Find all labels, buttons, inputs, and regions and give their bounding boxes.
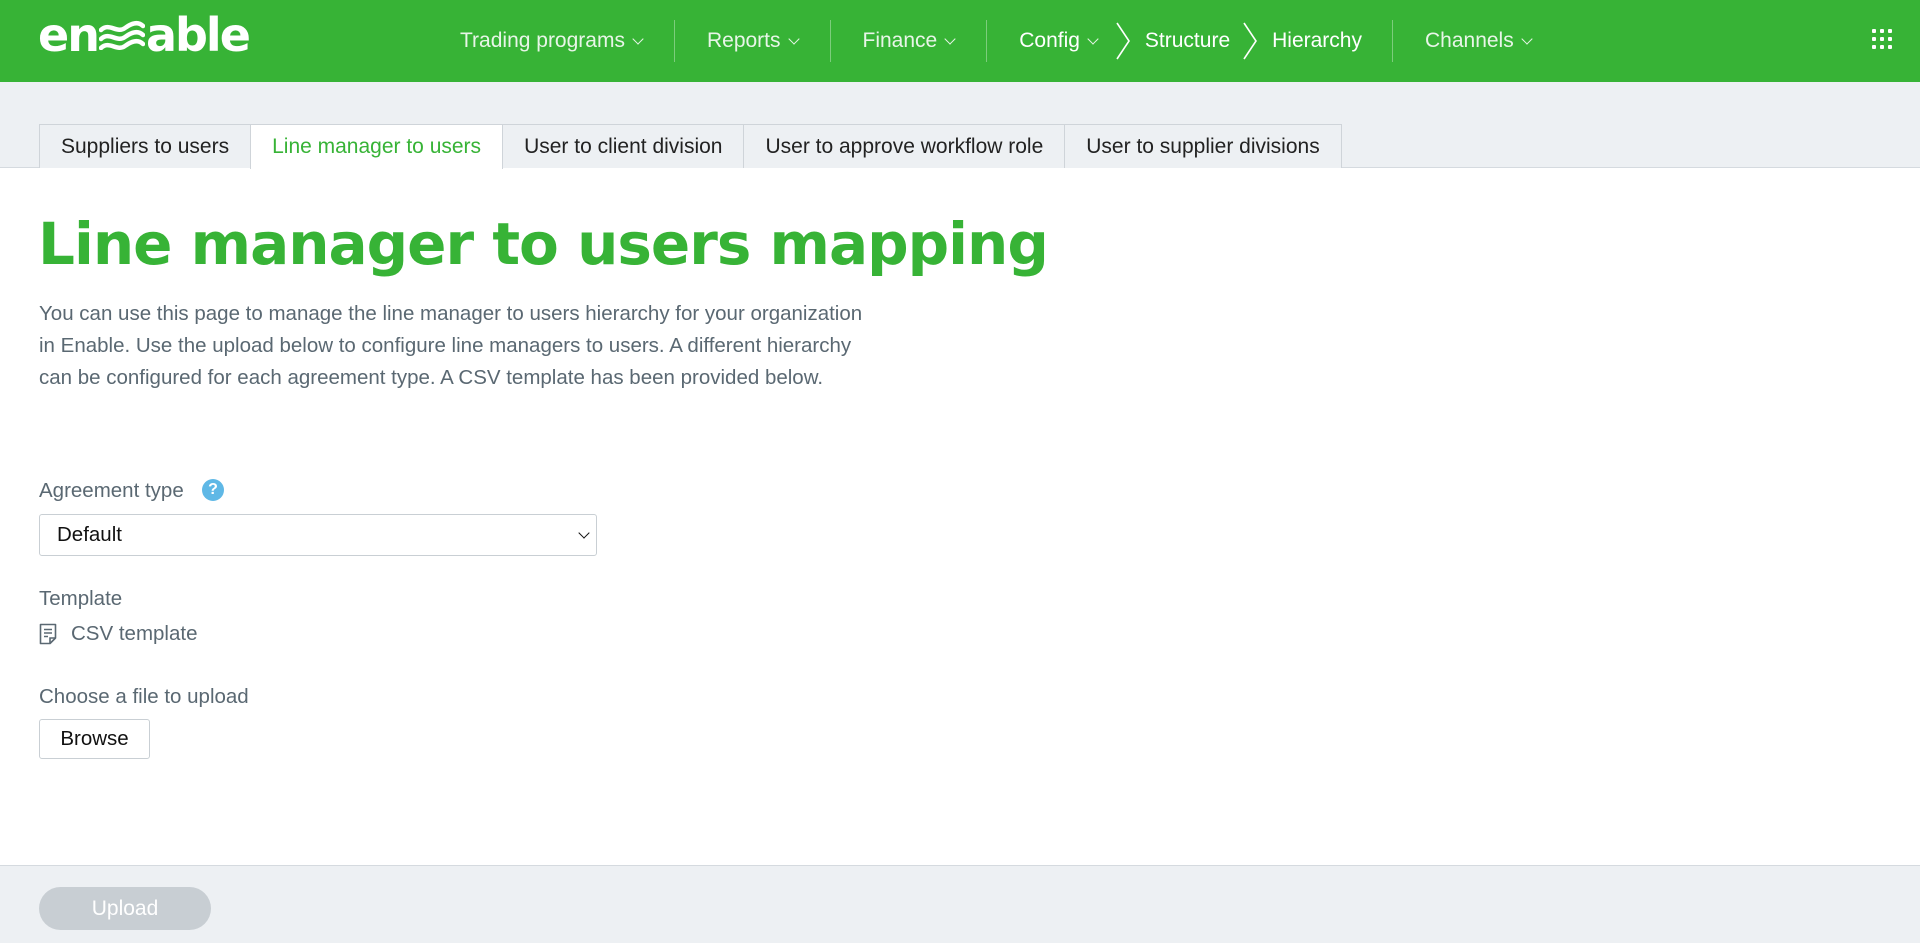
chevron-down-icon — [1087, 32, 1099, 45]
tab-suppliers-to-users[interactable]: Suppliers to users — [39, 124, 252, 168]
browse-button[interactable]: Browse — [39, 719, 150, 759]
breadcrumb-structure[interactable]: Structure — [1145, 0, 1230, 82]
help-icon[interactable]: ? — [202, 479, 224, 501]
nav-label: Channels — [1424, 29, 1514, 52]
document-icon — [39, 623, 57, 645]
chevron-down-icon — [632, 32, 644, 45]
agreement-type-select[interactable]: Default — [39, 514, 597, 556]
grid-icon[interactable] — [1872, 29, 1892, 49]
page-title: Line manager to users mapping — [38, 210, 1049, 278]
breadcrumb-label: Hierarchy — [1272, 29, 1362, 52]
upload-button[interactable]: Upload — [39, 887, 211, 930]
nav-item-reports[interactable]: Reports — [675, 0, 830, 82]
footer-bar — [0, 865, 1920, 943]
main-nav: Trading programs Reports Finance Config … — [428, 0, 1563, 82]
nav-label: Trading programs — [460, 29, 625, 52]
csv-template-link-text: CSV template — [71, 622, 198, 645]
nav-item-channels[interactable]: Channels — [1393, 0, 1563, 82]
logo-text-left: en — [38, 8, 100, 62]
agreement-type-label: Agreement type — [39, 479, 184, 502]
template-label: Template — [39, 587, 123, 610]
nav-item-finance[interactable]: Finance — [831, 0, 987, 82]
chevron-down-icon — [578, 527, 590, 539]
page-description: You can use this page to manage the line… — [39, 302, 863, 389]
breadcrumb-separator-icon — [1116, 22, 1130, 60]
enable-logo[interactable]: en able — [38, 8, 251, 62]
logo-text-right: able — [145, 8, 251, 62]
breadcrumb-label: Config — [1019, 29, 1080, 52]
tab-user-to-client-division[interactable]: User to client division — [502, 124, 745, 168]
logo-wave-icon — [98, 21, 145, 50]
breadcrumb-hierarchy[interactable]: Hierarchy — [1272, 0, 1392, 82]
top-navigation-bar: en able Trading programs Reports Finance… — [0, 0, 1920, 82]
file-upload-label: Choose a file to upload — [39, 685, 249, 708]
tab-user-to-supplier-divisions[interactable]: User to supplier divisions — [1064, 124, 1342, 168]
breadcrumb-label: Structure — [1144, 29, 1231, 52]
chevron-down-icon — [944, 32, 956, 45]
nav-item-trading-programs[interactable]: Trading programs — [428, 0, 674, 82]
chevron-down-icon — [787, 32, 800, 45]
chevron-down-icon — [1521, 32, 1533, 45]
tab-line-manager-to-users[interactable]: Line manager to users — [250, 124, 504, 169]
breadcrumb-separator-icon — [1243, 22, 1258, 60]
csv-template-link[interactable]: CSV template — [39, 622, 197, 646]
tab-user-to-approve-workflow-role[interactable]: User to approve workflow role — [743, 124, 1066, 168]
nav-label: Finance — [862, 29, 938, 52]
tab-list: Suppliers to users Line manager to users… — [39, 124, 1342, 169]
agreement-type-value: Default — [57, 523, 122, 546]
nav-label: Reports — [706, 29, 781, 52]
breadcrumb-config[interactable]: Config — [987, 0, 1103, 82]
